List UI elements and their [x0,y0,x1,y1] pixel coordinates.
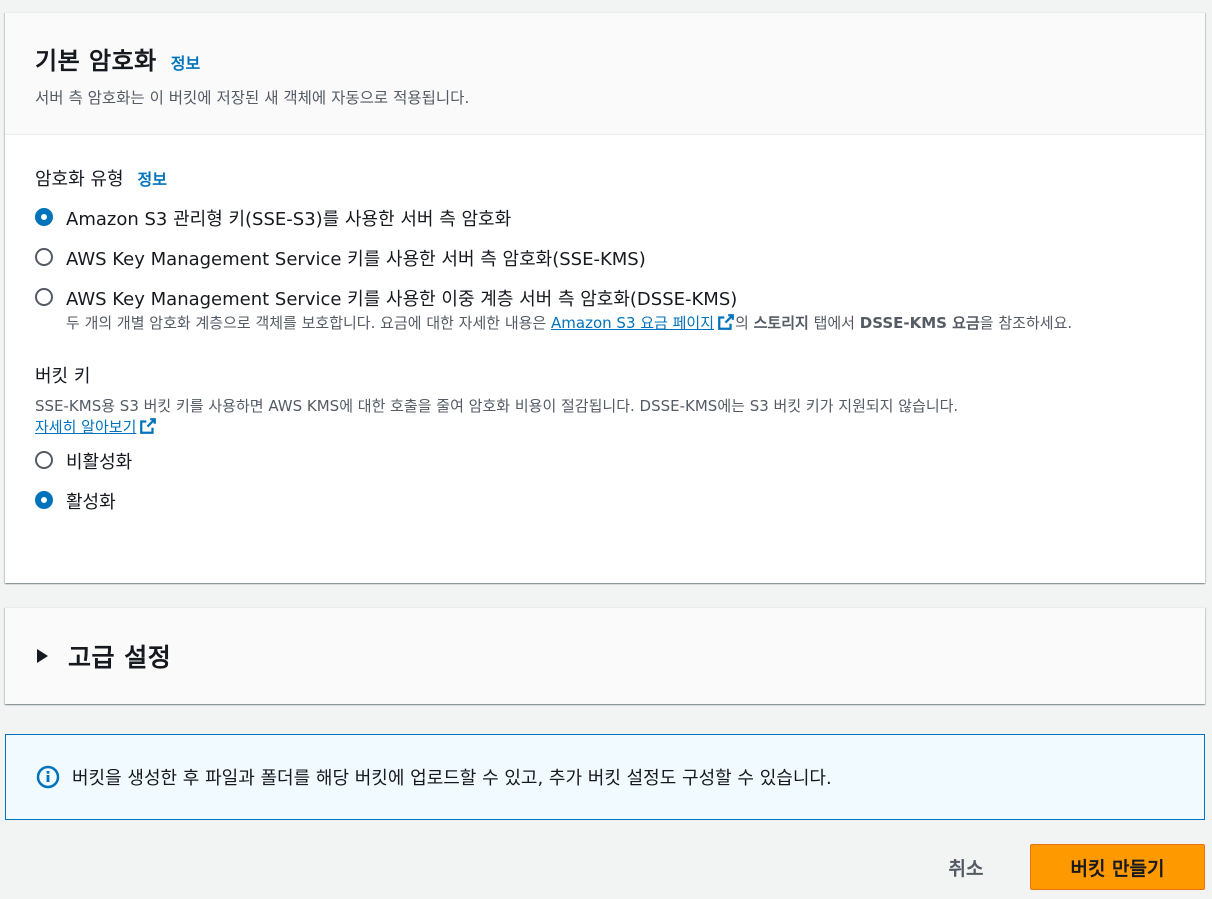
radio-sse-kms[interactable]: AWS Key Management Service 키를 사용한 서버 측 암… [35,245,1175,271]
desc-text: SSE-KMS용 S3 버킷 키를 사용하면 AWS KMS에 대한 호출을 줄… [35,397,959,415]
radio-button-checked[interactable] [35,208,53,226]
radio-label: 비활성화 [66,452,133,473]
default-encryption-panel: 기본 암호화 정보 서버 측 암호화는 이 버킷에 저장된 새 객체에 자동으로… [5,12,1205,583]
alert-text: 버킷을 생성한 후 파일과 폴더를 해당 버킷에 업로드할 수 있고, 추가 버… [72,768,832,789]
radio-bucket-key-enable[interactable]: 활성화 [35,488,1175,514]
panel-body: 암호화 유형 정보 Amazon S3 관리형 키(SSE-S3)를 사용한 서… [5,135,1205,514]
desc-text: 두 개의 개별 암호화 계층으로 객체를 보호합니다. 요금에 대한 자세한 내… [66,314,552,332]
radio-label: 활성화 [66,492,116,513]
create-bucket-button[interactable]: 버킷 만들기 [1030,844,1205,890]
radio-button[interactable] [35,248,53,266]
desc-text: 탭에서 [808,314,860,332]
panel-subtitle: 서버 측 암호화는 이 버킷에 저장된 새 객체에 자동으로 적용됩니다. [35,89,470,107]
desc-bold-pricing: DSSE-KMS 요금 [859,314,980,332]
advanced-settings-toggle[interactable]: 고급 설정 [5,608,1205,674]
radio-button[interactable] [35,451,53,469]
radio-sse-s3[interactable]: Amazon S3 관리형 키(SSE-S3)를 사용한 서버 측 암호화 [35,205,1175,231]
encryption-info-link[interactable]: 정보 [171,50,200,74]
external-link-icon [140,418,157,434]
radio-bucket-key-disable[interactable]: 비활성화 [35,448,1175,474]
radio-dsse-kms[interactable]: AWS Key Management Service 키를 사용한 이중 계층 … [35,285,1175,334]
external-link-icon [718,314,734,330]
caret-right-icon [37,649,48,663]
panel-header: 기본 암호화 정보 서버 측 암호화는 이 버킷에 저장된 새 객체에 자동으로… [5,13,1205,135]
advanced-settings-panel[interactable]: 고급 설정 [5,607,1205,704]
radio-description: 두 개의 개별 암호화 계층으로 객체를 보호합니다. 요금에 대한 자세한 내… [66,313,1186,334]
bucket-key-label: 버킷 키 [35,366,91,387]
radio-label: AWS Key Management Service 키를 사용한 이중 계층 … [66,289,738,310]
advanced-settings-title: 고급 설정 [68,643,172,672]
bucket-key-description: SSE-KMS용 S3 버킷 키를 사용하면 AWS KMS에 대한 호출을 줄… [35,396,1175,438]
radio-button-checked[interactable] [35,491,53,509]
info-icon [36,765,60,789]
radio-label: AWS Key Management Service 키를 사용한 서버 측 암… [66,249,646,270]
desc-bold-storage: 스토리지 [753,314,809,332]
desc-text: 을 참조하세요. [979,314,1073,332]
learn-more-link[interactable]: 자세히 알아보기 [35,418,136,436]
radio-label: Amazon S3 관리형 키(SSE-S3)를 사용한 서버 측 암호화 [66,209,512,230]
cancel-button[interactable]: 취소 [928,844,1004,890]
s3-pricing-link[interactable]: Amazon S3 요금 페이지 [551,314,714,332]
radio-button[interactable] [35,288,53,306]
info-alert: 버킷을 생성한 후 파일과 폴더를 해당 버킷에 업로드할 수 있고, 추가 버… [5,734,1205,820]
encryption-type-info-link[interactable]: 정보 [138,166,167,190]
panel-title: 기본 암호화 [35,47,157,75]
encryption-type-label: 암호화 유형 [35,169,124,190]
desc-text: 의 [735,314,754,332]
